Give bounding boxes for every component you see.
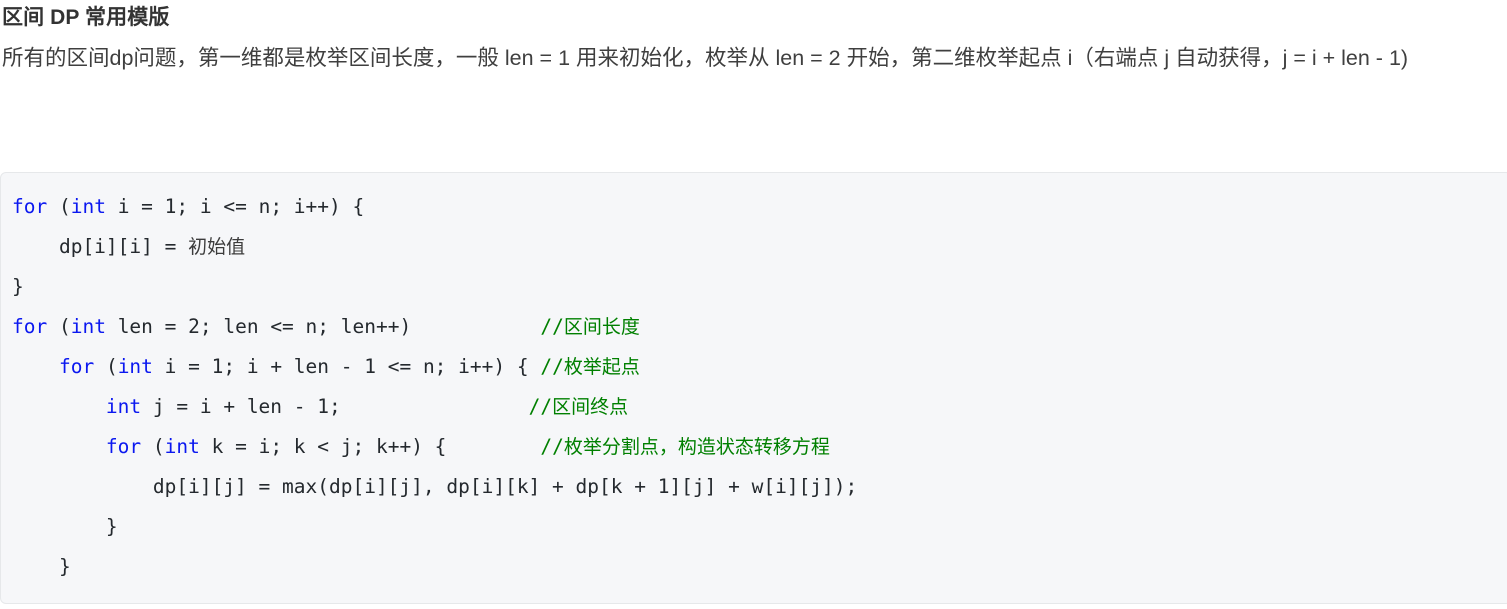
code-token-plain: ( <box>47 195 71 218</box>
code-token-cjk: 初始值 <box>188 236 246 258</box>
code-token-keyword: for <box>58 355 95 378</box>
code-token-plain: } <box>12 555 71 578</box>
code-line: } <box>12 507 1507 547</box>
code-token-comment: // <box>528 395 553 418</box>
code-token-plain: len = 2; len <= n; len++) <box>105 315 541 338</box>
code-token-keyword: for <box>105 435 142 458</box>
code-token-plain: ( <box>141 435 165 458</box>
code-token-comment-cjk: 枚举分割点，构造状态转移方程 <box>563 436 830 458</box>
code-token-keyword: for <box>12 195 48 218</box>
code-block: for (int i = 1; i <= n; i++) { dp[i][i] … <box>0 172 1507 604</box>
code-line: for (int k = i; k < j; k++) { //枚举分割点，构造… <box>12 427 1507 467</box>
code-token-plain: j = i + len - 1; <box>141 395 529 418</box>
page-title: 区间 DP 常用模版 <box>2 6 170 29</box>
code-token-keyword: int <box>105 395 142 418</box>
code-line: for (int i = 1; i <= n; i++) { <box>12 187 1507 227</box>
code-token-keyword: int <box>70 315 106 338</box>
code-token-plain: i = 1; i <= n; i++) { <box>105 195 365 218</box>
code-content[interactable]: for (int i = 1; i <= n; i++) { dp[i][i] … <box>1 187 1507 587</box>
code-token-keyword: int <box>117 355 153 378</box>
code-token-plain: i = 1; i + len - 1 <= n; i++) { <box>152 355 541 378</box>
code-token-keyword: for <box>12 315 48 338</box>
code-line: for (int len = 2; len <= n; len++) //区间长… <box>12 307 1507 347</box>
code-token-keyword: int <box>164 435 200 458</box>
code-token-plain: } <box>12 515 118 538</box>
code-token-comment-cjk: 枚举起点 <box>563 356 640 378</box>
code-token-plain: ( <box>47 315 71 338</box>
code-token-keyword: int <box>70 195 106 218</box>
code-token-comment-cjk: 区间长度 <box>563 316 640 338</box>
code-line: } <box>12 547 1507 587</box>
code-token-comment: // <box>540 435 564 458</box>
code-token-plain: ( <box>94 355 118 378</box>
code-token-plain: dp[i][i] = <box>12 235 189 258</box>
code-line: } <box>12 267 1507 307</box>
code-token-plain: dp[i][j] = max(dp[i][j], dp[i][k] + dp[k… <box>12 475 858 498</box>
code-token-comment: // <box>540 355 564 378</box>
code-line: dp[i][j] = max(dp[i][j], dp[i][k] + dp[k… <box>12 467 1507 507</box>
article-paragraph: 所有的区间dp问题，第一维都是枚举区间长度，一般 len = 1 用来初始化，枚… <box>2 46 1409 70</box>
code-token-comment: // <box>540 315 564 338</box>
code-line: int j = i + len - 1; //区间终点 <box>12 387 1507 427</box>
code-token-comment-cjk: 区间终点 <box>552 396 629 418</box>
article-page: 区间 DP 常用模版 所有的区间dp问题，第一维都是枚举区间长度，一般 len … <box>0 0 1507 609</box>
code-line: for (int i = 1; i + len - 1 <= n; i++) {… <box>12 347 1507 387</box>
code-token-plain: } <box>12 275 24 298</box>
code-line: dp[i][i] = 初始值 <box>12 227 1507 267</box>
code-token-plain: k = i; k < j; k++) { <box>199 435 541 458</box>
